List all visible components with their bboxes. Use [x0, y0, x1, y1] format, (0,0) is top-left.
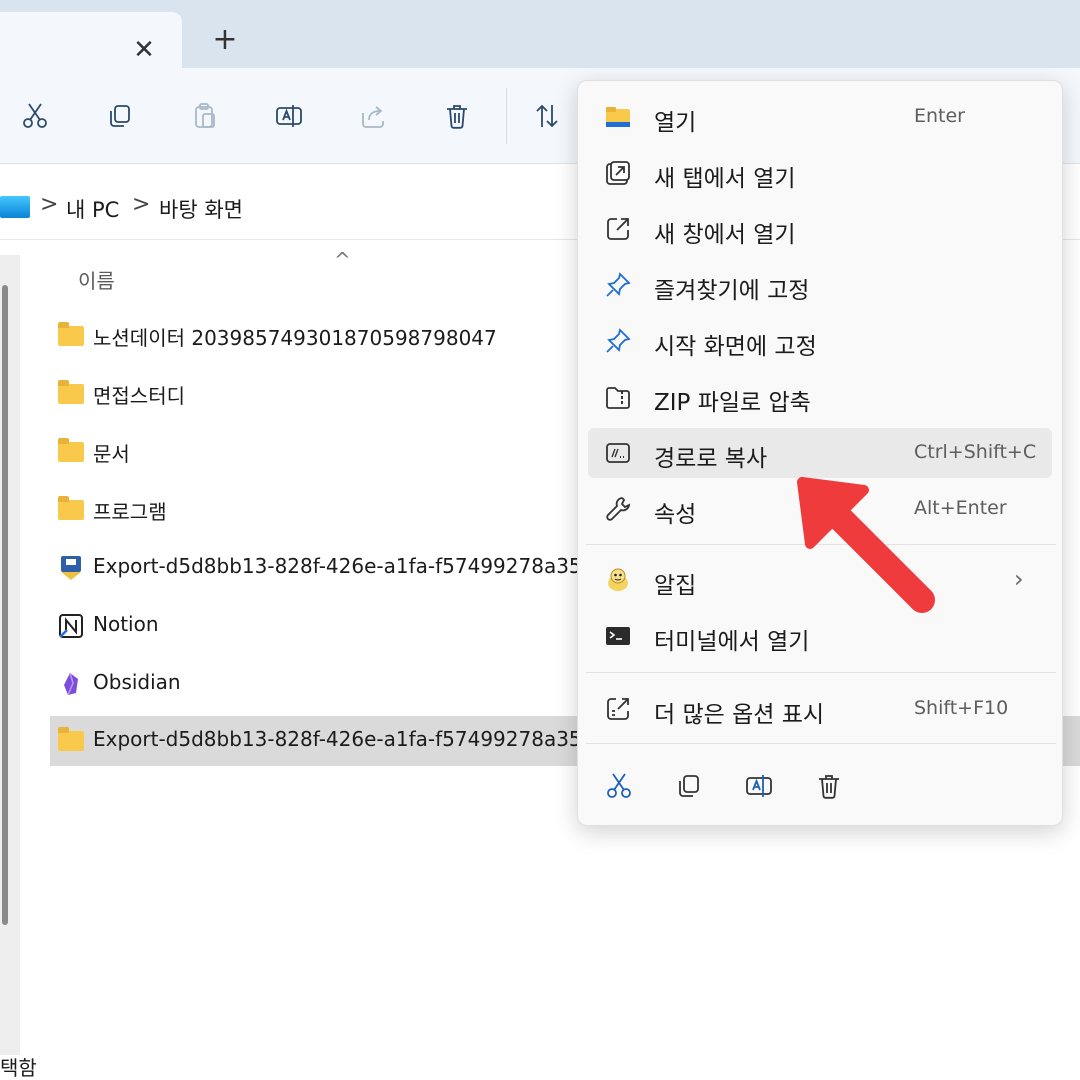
menu-item-open[interactable]: 열기 Enter [588, 92, 1052, 142]
menu-item-open-new-window[interactable]: 새 창에서 열기 [588, 204, 1052, 254]
more-options-icon [604, 695, 632, 723]
pin-start-icon [604, 327, 632, 355]
menu-item-shortcut: Enter [914, 105, 965, 127]
submenu-chevron-icon: › [1014, 565, 1024, 593]
folder-icon [58, 322, 84, 349]
file-name: 면접스터디 [93, 384, 185, 408]
alzip-icon [604, 566, 632, 594]
folder-open-icon [604, 103, 632, 131]
menu-item-pin-quick-access[interactable]: 즐겨찾기에 고정 [588, 260, 1052, 310]
menu-item-label: 즐겨찾기에 고정 [654, 278, 810, 304]
copy-icon[interactable] [669, 766, 709, 806]
menu-item-label: 경로로 복사 [654, 446, 768, 472]
folder-icon [58, 438, 84, 465]
file-name: Notion [93, 612, 159, 636]
menu-item-label: 새 창에서 열기 [654, 222, 796, 248]
context-menu: 열기 Enter 새 탭에서 열기 새 창에서 열기 즐겨찾기에 고정 시작 화… [577, 80, 1063, 826]
menu-item-open-new-tab[interactable]: 새 탭에서 열기 [588, 148, 1052, 198]
new-tab-icon [604, 159, 632, 187]
delete-icon[interactable] [809, 766, 849, 806]
menu-divider [586, 743, 1056, 744]
new-window-icon [604, 215, 632, 243]
close-tab-icon[interactable]: ✕ [130, 36, 158, 64]
cut-icon[interactable] [599, 766, 639, 806]
status-bar-text: 택함 [0, 1056, 37, 1080]
breadcrumb-desktop[interactable]: 바탕 화면 [159, 194, 243, 224]
file-name: Export-d5d8bb13-828f-426e-a1fa-f57499278… [93, 554, 613, 578]
file-name: 프로그램 [93, 500, 167, 524]
file-name: 노션데이터 20398574930187059879804​7 [93, 326, 497, 350]
menu-item-label: 속성 [654, 502, 697, 528]
new-tab-icon[interactable]: + [210, 25, 240, 55]
sort-icon[interactable] [527, 96, 567, 136]
menu-item-show-more-options[interactable]: 더 많은 옵션 표시 Shift+F10 [588, 684, 1052, 734]
toolbar-divider [506, 88, 507, 144]
copy-icon[interactable] [100, 96, 140, 136]
sort-ascending-icon: ^ [334, 248, 351, 272]
copy-path-icon [604, 439, 632, 467]
menu-item-shortcut: Shift+F10 [914, 697, 1009, 719]
menu-item-label: 열기 [654, 110, 697, 136]
cut-icon[interactable] [15, 96, 55, 136]
menu-item-label: ZIP 파일로 압축 [654, 390, 811, 416]
obsidian-shortcut-icon [58, 671, 84, 697]
rename-icon[interactable] [269, 96, 309, 136]
folder-icon [58, 380, 84, 407]
file-name: Obsidian [93, 670, 181, 694]
paste-icon[interactable] [185, 96, 225, 136]
navigation-scrollbar[interactable] [2, 285, 8, 925]
share-icon[interactable] [353, 96, 393, 136]
active-tab[interactable]: ✕ [0, 12, 182, 69]
folder-icon [58, 496, 84, 523]
zip-file-icon [58, 555, 84, 581]
menu-item-label: 더 많은 옵션 표시 [654, 702, 825, 728]
menu-item-label: 터미널에서 열기 [654, 629, 810, 655]
notion-shortcut-icon [58, 613, 84, 639]
breadcrumb-separator: > [132, 192, 151, 217]
red-arrow-annotation [797, 477, 935, 613]
menu-divider [586, 672, 1056, 673]
menu-item-label: 새 탭에서 열기 [654, 166, 796, 192]
delete-icon[interactable] [437, 96, 477, 136]
rename-icon[interactable] [739, 766, 779, 806]
breadcrumb-this-pc[interactable]: 내 PC [66, 194, 119, 224]
wrench-icon [604, 495, 632, 523]
pin-icon [604, 271, 632, 299]
column-header-name[interactable]: 이름 [78, 265, 115, 294]
this-pc-icon [0, 196, 30, 218]
breadcrumb-separator: > [40, 192, 59, 217]
zip-icon [604, 383, 632, 411]
file-name: 문서 [93, 442, 130, 466]
tab-strip: ✕ + [0, 0, 1080, 69]
terminal-icon [604, 622, 632, 650]
menu-item-compress-zip[interactable]: ZIP 파일로 압축 [588, 372, 1052, 422]
menu-item-label: 알집 [654, 573, 697, 599]
file-name: Export-d5d8bb13-828f-426e-a1fa-f57499278… [93, 727, 582, 751]
folder-icon [58, 727, 84, 754]
menu-item-label: 시작 화면에 고정 [654, 334, 817, 360]
menu-item-pin-start[interactable]: 시작 화면에 고정 [588, 316, 1052, 366]
